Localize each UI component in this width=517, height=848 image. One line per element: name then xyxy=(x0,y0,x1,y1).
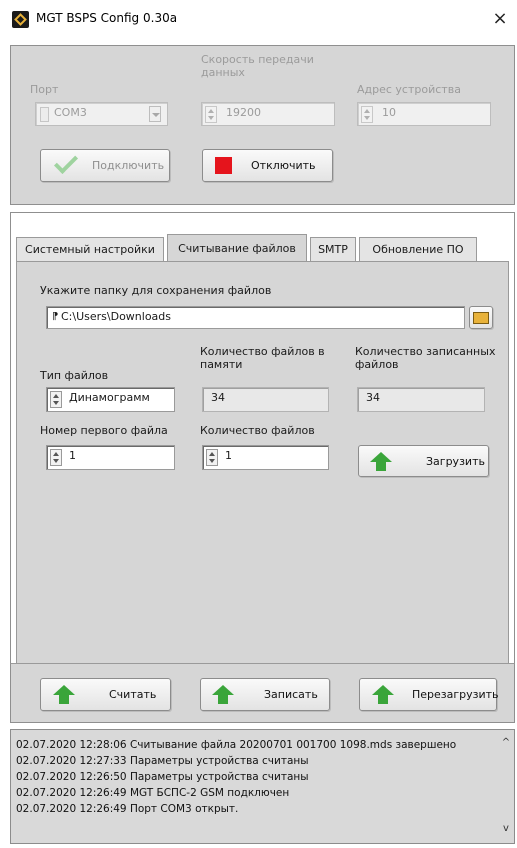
first-file-stepper[interactable] xyxy=(50,449,62,466)
chevron-down-icon[interactable] xyxy=(149,106,161,122)
load-button[interactable]: Загрузить xyxy=(358,445,489,477)
tab-content-file-reading: Укажите папку для сохранения файлов ⁋ C:… xyxy=(16,261,509,718)
disconnect-button-label: Отключить xyxy=(251,159,316,172)
folder-path-field[interactable]: ⁋ C:\Users\Downloads xyxy=(46,306,465,329)
folder-path-value: C:\Users\Downloads xyxy=(61,310,172,323)
action-panel: Считать Записать Перезагрузить xyxy=(10,663,515,723)
load-button-label: Загрузить xyxy=(426,454,485,468)
files-written-field: 34 xyxy=(357,387,485,412)
tab-label: Обновление ПО xyxy=(372,243,464,256)
green-arrow-up-icon xyxy=(53,685,75,705)
read-button[interactable]: Считать xyxy=(40,678,171,711)
write-button[interactable]: Записать xyxy=(200,678,330,711)
files-in-memory-value: 34 xyxy=(211,391,225,404)
reboot-button-label: Перезагрузить xyxy=(412,688,499,701)
address-value: 10 xyxy=(382,106,396,119)
speed-label: Скорость передачи данных xyxy=(201,53,314,79)
first-file-field[interactable]: 1 xyxy=(46,445,175,470)
file-type-field[interactable]: Динамограмм xyxy=(46,387,175,412)
green-arrow-up-icon xyxy=(212,685,234,705)
port-select-value: COM3 xyxy=(54,106,87,119)
log-line: 02.07.2020 12:27:33 Параметры устройства… xyxy=(16,755,309,767)
files-in-memory-field: 34 xyxy=(202,387,329,412)
scroll-down-icon[interactable]: v xyxy=(499,823,513,834)
disconnect-button[interactable]: Отключить xyxy=(202,149,333,182)
tab-container: Системный настройки Считывание файлов SM… xyxy=(10,212,515,723)
speed-value: 19200 xyxy=(226,106,261,119)
connect-button-label: Подключить xyxy=(92,159,165,172)
folder-icon xyxy=(473,312,489,324)
log-line: 02.07.2020 12:26:49 Порт COM3 открыт. xyxy=(16,803,239,815)
file-count-field[interactable]: 1 xyxy=(202,445,329,470)
file-count-label: Количество файлов xyxy=(200,424,315,437)
title-bar: MGT BSPS Config 0.30a × xyxy=(0,0,517,40)
port-label: Порт xyxy=(30,83,59,96)
tab-label: Считывание файлов xyxy=(178,241,296,255)
event-log[interactable]: 02.07.2020 12:28:06 Считывание файла 202… xyxy=(10,729,515,844)
log-line: 02.07.2020 12:26:50 Параметры устройства… xyxy=(16,771,309,783)
green-arrow-up-icon xyxy=(372,685,394,705)
speed-field[interactable]: 19200 xyxy=(201,102,335,126)
file-type-stepper[interactable] xyxy=(50,391,62,408)
files-written-label: Количество записанных файлов xyxy=(355,345,496,371)
tab-label: Системный настройки xyxy=(25,243,155,256)
first-file-label: Номер первого файла xyxy=(40,424,168,437)
close-button[interactable]: × xyxy=(487,7,513,33)
tab-file-reading[interactable]: Считывание файлов xyxy=(167,234,307,261)
file-count-stepper[interactable] xyxy=(206,449,218,466)
port-select[interactable]: COM3 xyxy=(35,102,168,126)
port-select-icon xyxy=(40,107,49,122)
address-field[interactable]: 10 xyxy=(357,102,491,126)
first-file-value: 1 xyxy=(69,449,76,462)
tab-system-settings[interactable]: Системный настройки xyxy=(16,237,164,261)
path-icon: ⁋ xyxy=(52,311,59,322)
browse-folder-button[interactable] xyxy=(469,306,493,329)
file-type-label: Тип файлов xyxy=(40,369,109,382)
file-type-value: Динамограмм xyxy=(69,391,150,404)
log-scrollbar[interactable]: ^ v xyxy=(499,731,514,842)
app-logo-icon xyxy=(12,11,29,28)
tab-firmware-update[interactable]: Обновление ПО xyxy=(359,237,477,261)
files-written-value: 34 xyxy=(366,391,380,404)
address-stepper[interactable] xyxy=(361,106,373,123)
reboot-button[interactable]: Перезагрузить xyxy=(359,678,499,711)
read-button-label: Считать xyxy=(109,688,157,701)
address-label: Адрес устройства xyxy=(357,83,461,96)
log-line: 02.07.2020 12:28:06 Считывание файла 202… xyxy=(16,739,457,751)
red-square-icon xyxy=(215,157,232,174)
write-button-label: Записать xyxy=(264,688,318,701)
connect-button[interactable]: Подключить xyxy=(40,149,170,182)
folder-label: Укажите папку для сохранения файлов xyxy=(40,284,272,297)
speed-stepper[interactable] xyxy=(205,106,217,123)
green-arrow-up-icon xyxy=(370,452,392,472)
window-title: MGT BSPS Config 0.30a xyxy=(36,11,178,25)
log-line: 02.07.2020 12:26:49 MGT БСПС-2 GSM подкл… xyxy=(16,787,290,799)
file-count-value: 1 xyxy=(225,449,232,462)
check-icon xyxy=(53,149,79,175)
scroll-up-icon[interactable]: ^ xyxy=(499,737,513,748)
files-in-memory-label: Количество файлов в памяти xyxy=(200,345,325,371)
connection-panel: Порт COM3 Скорость передачи данных 19200… xyxy=(10,45,515,205)
tab-smtp[interactable]: SMTP xyxy=(310,237,356,261)
tab-label: SMTP xyxy=(318,243,348,256)
